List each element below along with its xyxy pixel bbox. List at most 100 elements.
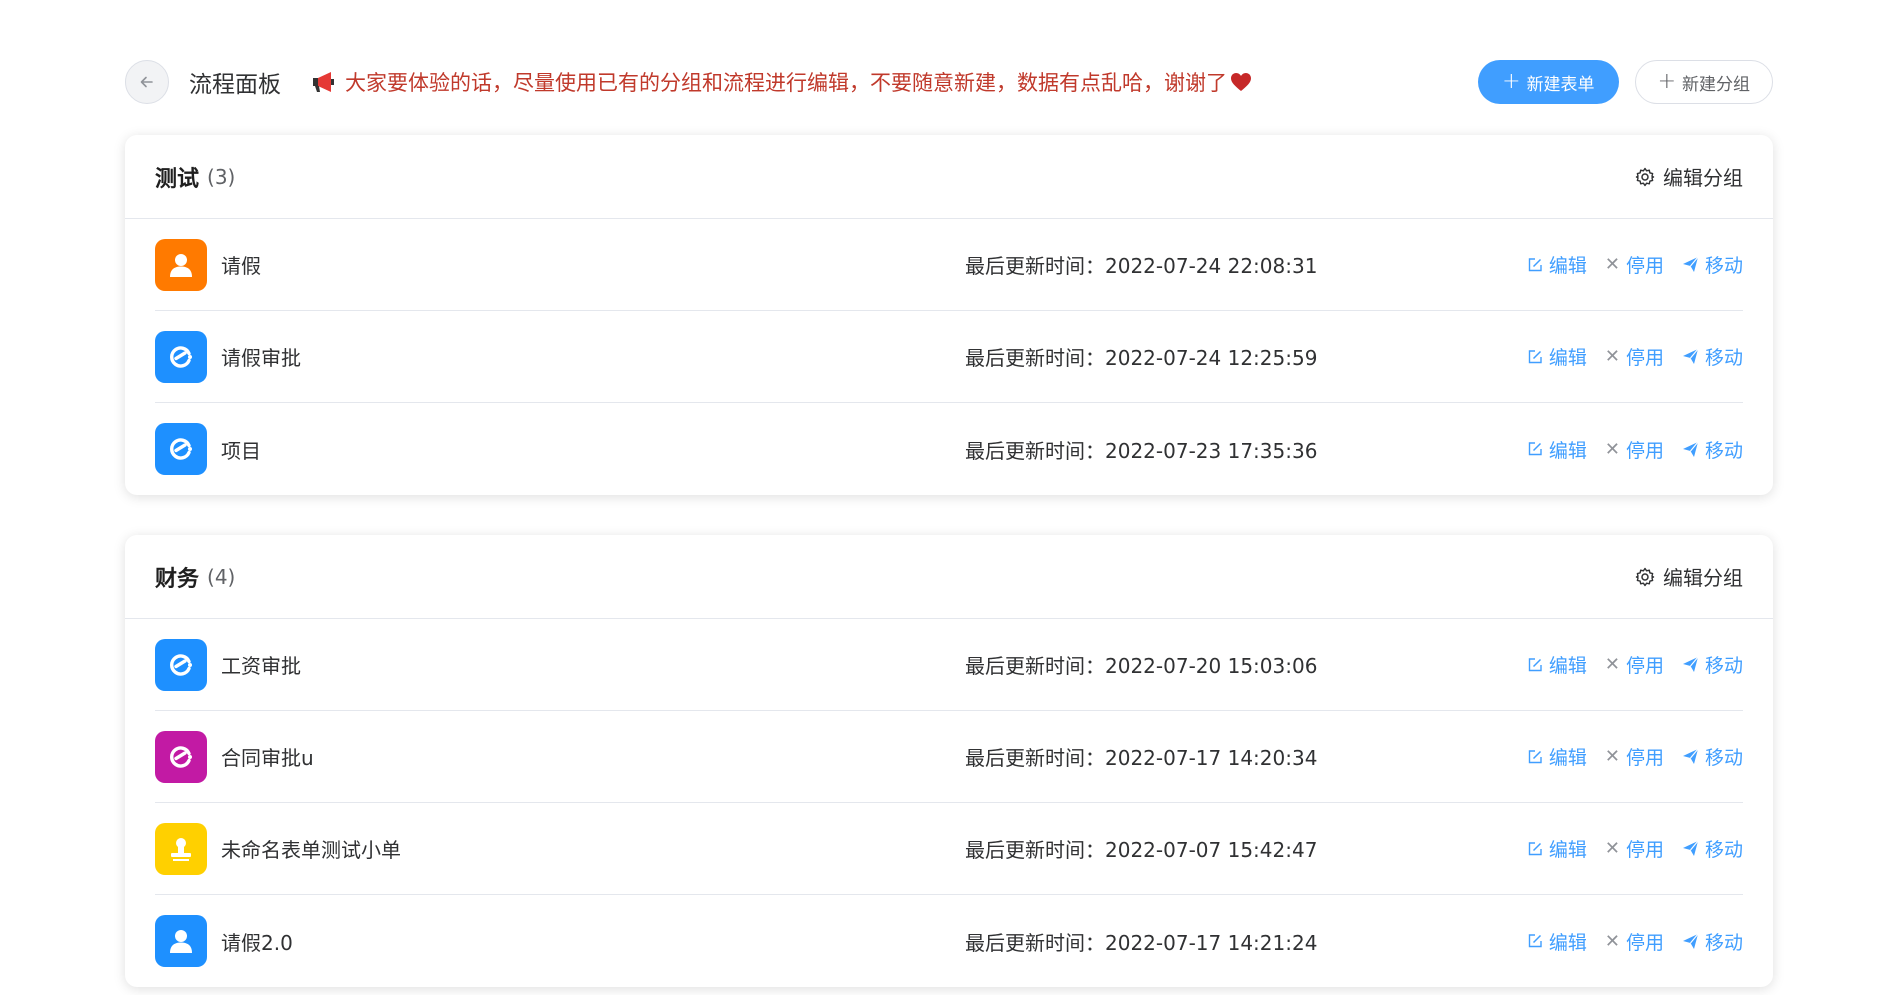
flow-icon xyxy=(155,330,207,383)
edit-icon xyxy=(1527,441,1543,457)
group-card: 测试 (3) 编辑分组请假最后更新时间： 2022-07-24 22:08:31 编辑 ✕… xyxy=(125,135,1773,495)
new-group-label: 新建分组 xyxy=(1682,74,1750,95)
row-actions: 编辑 ✕ 停用 移动 xyxy=(1527,835,1743,862)
edit-button[interactable]: 编辑 xyxy=(1527,651,1587,678)
move-button[interactable]: 移动 xyxy=(1682,651,1743,678)
stamp-icon xyxy=(155,822,207,875)
disable-button[interactable]: ✕ 停用 xyxy=(1605,436,1664,463)
edit-button[interactable]: 编辑 xyxy=(1527,343,1587,370)
form-name: 请假2.0 xyxy=(221,930,293,955)
edit-icon xyxy=(1527,749,1543,765)
form-row[interactable]: 未命名表单测试小单 最后更新时间：2022-07-07 15:42:47 编辑 ✕ 停用… xyxy=(155,803,1743,895)
move-button[interactable]: 移动 xyxy=(1682,835,1743,862)
arrow-left-icon xyxy=(140,76,153,88)
form-row[interactable]: 请假 最后更新时间：2022-07-24 22:08:31 编辑 ✕ 停用 移动 xyxy=(155,219,1743,311)
form-name: 项目 xyxy=(221,438,261,463)
move-button[interactable]: 移动 xyxy=(1682,743,1743,770)
disable-button[interactable]: ✕ 停用 xyxy=(1605,251,1664,278)
edit-button[interactable]: 编辑 xyxy=(1527,743,1587,770)
notice-text: 大家要体验的话，尽量使用已有的分组和流程进行编辑，不要随意新建，数据有点乱哈，谢… xyxy=(345,71,1227,95)
edit-button[interactable]: 编辑 xyxy=(1527,436,1587,463)
edit-icon xyxy=(1527,933,1543,949)
edit-button[interactable]: 编辑 xyxy=(1527,928,1587,955)
new-form-button[interactable]: + 新建表单 xyxy=(1478,60,1619,104)
updated-value: 2022-07-07 15:42:47 xyxy=(1105,838,1318,862)
form-name: 工资审批 xyxy=(221,654,301,678)
edit-label: 编辑 xyxy=(1548,655,1587,677)
disable-button[interactable]: ✕ 停用 xyxy=(1605,835,1664,862)
row-actions: 编辑 ✕ 停用 移动 xyxy=(1527,651,1743,678)
form-row[interactable]: 项目 最后更新时间：2022-07-23 17:35:36 编辑 ✕ 停用 移动 xyxy=(155,403,1743,495)
form-name: 合同审批u xyxy=(221,746,314,770)
edit-button[interactable]: 编辑 xyxy=(1527,251,1587,278)
close-icon: ✕ xyxy=(1604,746,1620,767)
user-icon xyxy=(155,915,207,967)
updated-prefix: 最后更新时间： xyxy=(965,930,1105,955)
close-icon: ✕ xyxy=(1604,838,1620,859)
form-row[interactable]: 请假审批 最后更新时间：2022-07-24 12:25:59 编辑 ✕ 停用 移动 xyxy=(155,311,1743,403)
updated-value: 2022-07-17 14:21:24 xyxy=(1105,930,1318,955)
updated-value: 2022-07-24 22:08:31 xyxy=(1105,254,1318,278)
gear-icon xyxy=(1635,567,1655,587)
row-actions: 编辑 ✕ 停用 移动 xyxy=(1527,343,1743,370)
move-button[interactable]: 移动 xyxy=(1682,251,1743,278)
edit-group-button[interactable]: 编辑分组 xyxy=(1635,162,1743,191)
edit-icon xyxy=(1527,257,1543,273)
send-icon xyxy=(1682,840,1699,857)
edit-group-button[interactable]: 编辑分组 xyxy=(1635,562,1743,591)
flow-icon xyxy=(155,638,207,691)
move-button[interactable]: 移动 xyxy=(1682,343,1743,370)
move-label: 移动 xyxy=(1704,347,1743,369)
send-icon xyxy=(1682,656,1699,673)
flow-icon xyxy=(155,423,207,475)
disable-button[interactable]: ✕ 停用 xyxy=(1605,651,1664,678)
edit-button[interactable]: 编辑 xyxy=(1527,835,1587,862)
move-label: 移动 xyxy=(1704,747,1743,769)
close-icon: ✕ xyxy=(1604,438,1620,460)
updated-time: 最后更新时间：2022-07-23 17:35:36 xyxy=(965,435,1317,464)
disable-button[interactable]: ✕ 停用 xyxy=(1605,928,1664,955)
close-icon: ✕ xyxy=(1604,654,1620,675)
form-row[interactable]: 工资审批 最后更新时间：2022-07-20 15:03:06 编辑 ✕ 停用 移动 xyxy=(155,619,1743,711)
row-actions: 编辑 ✕ 停用 移动 xyxy=(1527,251,1743,278)
row-actions: 编辑 ✕ 停用 移动 xyxy=(1527,436,1743,463)
form-row[interactable]: 请假2.0 最后更新时间：2022-07-17 14:21:24 编辑 ✕ 停用 移动 xyxy=(155,895,1743,987)
new-group-button[interactable]: + 新建分组 xyxy=(1634,60,1773,104)
row-actions: 编辑 ✕ 停用 移动 xyxy=(1527,928,1743,955)
group-card: 财务 (4) 编辑分组 工资审批 最后更新时间：2022-07-20 15:03:06 编… xyxy=(125,535,1773,987)
updated-value: 2022-07-24 12:25:59 xyxy=(1105,346,1318,370)
move-button[interactable]: 移动 xyxy=(1682,928,1743,955)
group-count: (3) xyxy=(207,164,236,189)
updated-time: 最后更新时间：2022-07-24 12:25:59 xyxy=(965,342,1317,371)
disable-button[interactable]: ✕ 停用 xyxy=(1605,743,1664,770)
back-button[interactable] xyxy=(125,60,169,104)
group-header: 测试 (3) 编辑分组 xyxy=(125,135,1773,219)
updated-time: 最后更新时间：2022-07-17 14:21:24 xyxy=(965,927,1317,956)
disable-label: 停用 xyxy=(1625,747,1664,769)
updated-prefix: 最后更新时间： xyxy=(965,838,1105,862)
send-icon xyxy=(1682,441,1699,458)
form-name: 请假审批 xyxy=(221,346,301,370)
page-header: 流程面板 大家要体验的话，尽量使用已有的分组和流程进行编辑，不要随意新建，数据有… xyxy=(125,60,1773,104)
move-button[interactable]: 移动 xyxy=(1682,436,1743,463)
form-row[interactable]: 合同审批u 最后更新时间：2022-07-17 14:20:34 编辑 ✕ 停用 移动 xyxy=(155,711,1743,803)
move-label: 移动 xyxy=(1704,655,1743,677)
group-name: 测试 xyxy=(155,166,200,192)
edit-label: 编辑 xyxy=(1548,747,1587,769)
disable-button[interactable]: ✕ 停用 xyxy=(1605,343,1664,370)
edit-label: 编辑 xyxy=(1548,255,1587,277)
new-form-label: 新建表单 xyxy=(1526,74,1595,95)
send-icon xyxy=(1682,348,1699,365)
close-icon: ✕ xyxy=(1604,346,1620,367)
updated-value: 2022-07-17 14:20:34 xyxy=(1105,746,1318,770)
edit-icon xyxy=(1527,841,1543,857)
group-name: 财务 xyxy=(155,566,200,592)
edit-group-label: 编辑分组 xyxy=(1663,166,1743,190)
header-actions: + 新建表单 + 新建分组 xyxy=(1478,60,1773,104)
megaphone-icon xyxy=(311,71,339,93)
move-label: 移动 xyxy=(1704,439,1743,462)
group-count: (4) xyxy=(207,564,236,589)
form-name: 请假 xyxy=(221,254,261,278)
updated-prefix: 最后更新时间： xyxy=(965,346,1105,370)
user-icon xyxy=(155,238,207,291)
